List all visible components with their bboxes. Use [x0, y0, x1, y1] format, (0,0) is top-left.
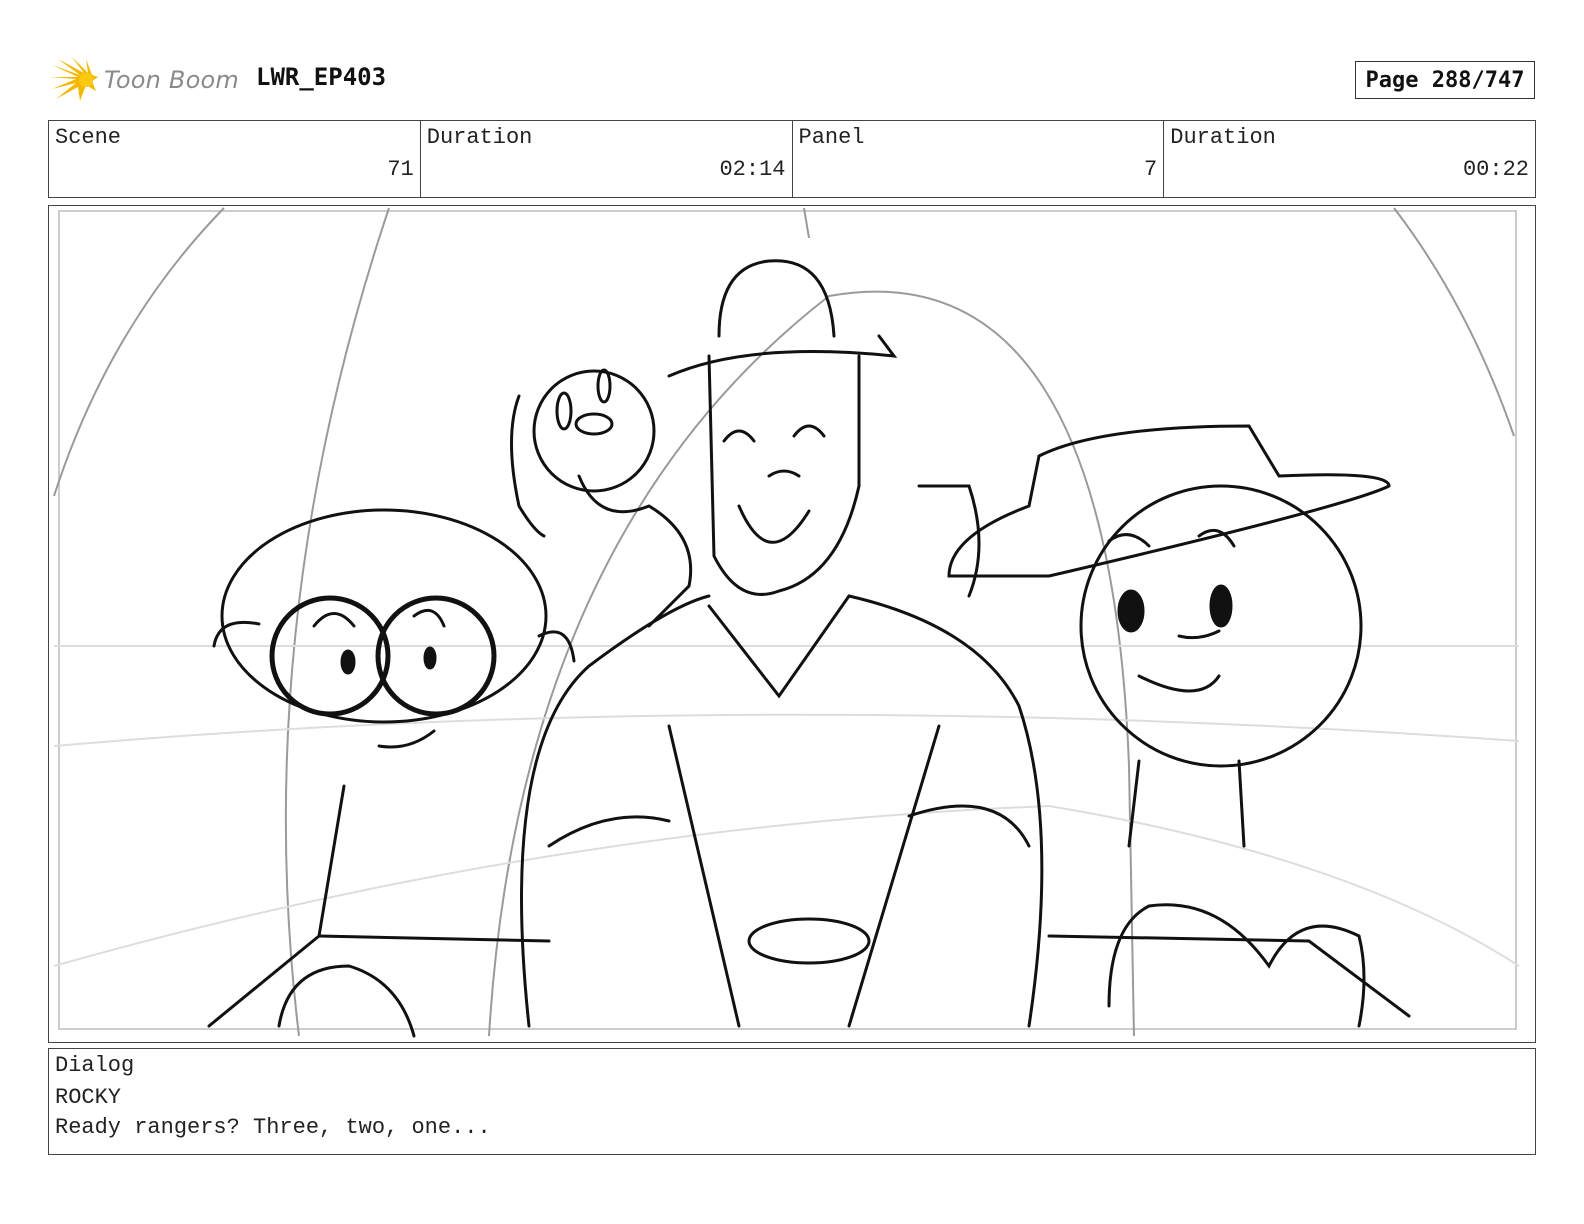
- left-girl-head: [220, 508, 548, 724]
- characters: [207, 259, 1411, 1038]
- scene-cell: Scene 71: [49, 121, 421, 197]
- page-indicator: Page 288/747: [1355, 61, 1535, 99]
- toon-boom-logo: Toon Boom: [50, 52, 239, 108]
- right-girl-hat: [947, 424, 1391, 578]
- dog-head: [532, 369, 656, 493]
- scene-duration-value: 02:14: [719, 157, 786, 182]
- storyboard-panel: [48, 205, 1536, 1043]
- panel-cell: Panel 7: [793, 121, 1165, 197]
- panel-duration-label: Duration: [1170, 125, 1276, 150]
- dialog-box: Dialog ROCKY Ready rangers? Three, two, …: [48, 1048, 1536, 1155]
- man-hat-crown: [717, 259, 836, 338]
- perspective-guides: [53, 207, 1520, 1037]
- dialog-label: Dialog: [55, 1053, 135, 1078]
- starburst-icon: [50, 57, 98, 101]
- dialog-speaker: ROCKY: [55, 1085, 122, 1110]
- scene-duration-label: Duration: [426, 125, 533, 150]
- logo-text: Toon Boom: [104, 66, 239, 94]
- scene-value: 71: [387, 157, 414, 182]
- panel-label: Panel: [798, 125, 865, 150]
- scene-duration-cell: Duration 02:14: [421, 121, 793, 197]
- panel-duration-cell: Duration 00:22: [1164, 121, 1535, 197]
- scene-label: Scene: [55, 125, 122, 150]
- sketch-drawing: [53, 207, 1520, 1038]
- scene-info-table: Scene 71 Duration 02:14 Panel 7 Duration…: [48, 120, 1536, 198]
- panel-value: 7: [1144, 157, 1158, 182]
- dialog-line: Ready rangers? Three, two, one...: [55, 1115, 491, 1140]
- project-title: LWR_EP403: [256, 63, 387, 91]
- safe-area-frame: [58, 210, 1517, 1030]
- panel-duration-value: 00:22: [1462, 157, 1529, 182]
